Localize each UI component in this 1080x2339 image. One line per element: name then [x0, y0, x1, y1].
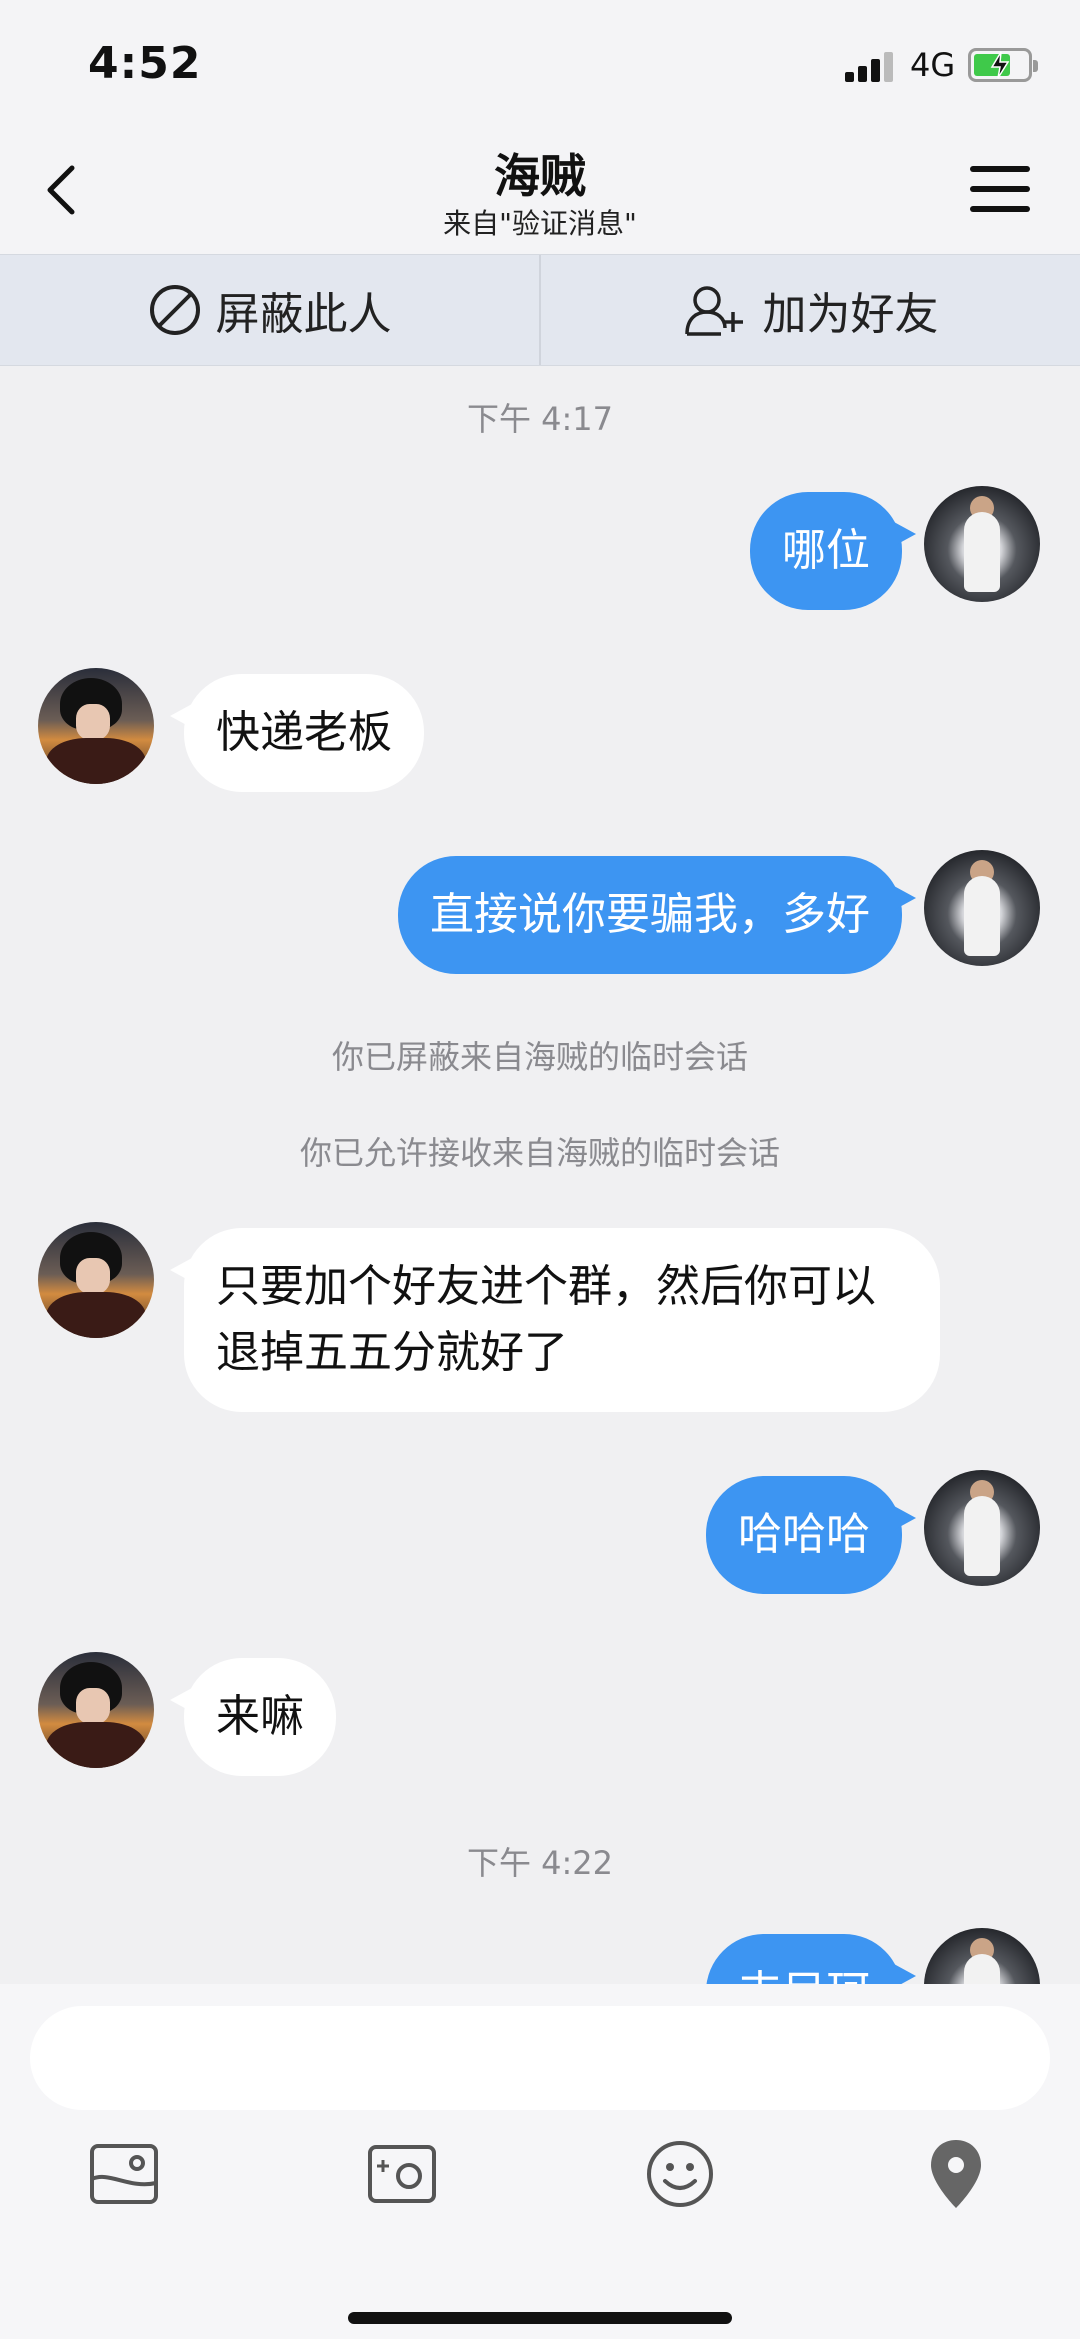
avatar-self[interactable] [924, 1928, 1040, 1984]
message-input[interactable] [30, 2006, 1050, 2110]
menu-icon [970, 166, 1030, 172]
avatar-contact[interactable] [38, 1652, 154, 1768]
system-notice: 你已屏蔽来自海贼的临时会话 [331, 1038, 748, 1076]
nav-bar: 海贼 来自"验证消息" [0, 130, 1080, 254]
system-notice: 你已允许接收来自海贼的临时会话 [299, 1134, 780, 1172]
message-bubble-received[interactable]: 来嘛 [170, 1658, 336, 1776]
block-icon [149, 285, 200, 335]
network-type: 4G [910, 46, 956, 84]
add-friend-button[interactable]: 加为好友 [541, 255, 1080, 365]
status-bar: 4:52 4G [0, 0, 1080, 130]
avatar-contact[interactable] [38, 1222, 154, 1338]
message-bubble-sent[interactable]: 哪位 [750, 492, 916, 610]
action-bar: 屏蔽此人 加为好友 [0, 254, 1080, 366]
avatar-contact[interactable] [38, 668, 154, 784]
message-bubble-received[interactable]: 快递老板 [170, 674, 424, 792]
image-button[interactable] [84, 2134, 164, 2214]
add-user-icon [684, 286, 743, 336]
camera-icon [368, 2145, 436, 2203]
home-indicator[interactable] [348, 2312, 732, 2324]
camera-button[interactable] [362, 2134, 442, 2214]
page-subtitle: 来自"验证消息" [443, 207, 637, 240]
menu-button[interactable] [970, 166, 1030, 218]
chat-area[interactable]: 下午 4:17 哪位 快递老板 直接说你要骗我，多好 你已屏蔽来自海贼的临时会话… [0, 364, 1080, 1984]
block-user-label: 屏蔽此人 [215, 289, 392, 340]
timestamp: 下午 4:22 [466, 1844, 614, 1882]
input-area [0, 1984, 1080, 2339]
message-bubble-sent[interactable]: 直接说你要骗我，多好 [398, 856, 916, 974]
add-friend-label: 加为好友 [762, 289, 939, 340]
timestamp: 下午 4:17 [466, 400, 614, 438]
block-user-button[interactable]: 屏蔽此人 [0, 255, 541, 365]
emoji-button[interactable] [640, 2134, 720, 2214]
emoji-icon [647, 2141, 713, 2207]
signal-icon [845, 50, 897, 82]
avatar-self[interactable] [924, 850, 1040, 966]
status-time: 4:52 [88, 38, 202, 89]
battery-icon [968, 48, 1038, 82]
image-icon [90, 2144, 158, 2204]
avatar-self[interactable] [924, 1470, 1040, 1586]
location-icon [931, 2140, 981, 2208]
location-button[interactable] [916, 2134, 996, 2214]
message-bubble-received[interactable]: 只要加个好友进个群，然后你可以退掉五五分就好了 [170, 1228, 940, 1412]
message-bubble-sent[interactable]: 丰目珂 [706, 1934, 916, 1984]
avatar-self[interactable] [924, 486, 1040, 602]
page-title: 海贼 [494, 149, 586, 203]
message-bubble-sent[interactable]: 哈哈哈 [706, 1476, 916, 1594]
